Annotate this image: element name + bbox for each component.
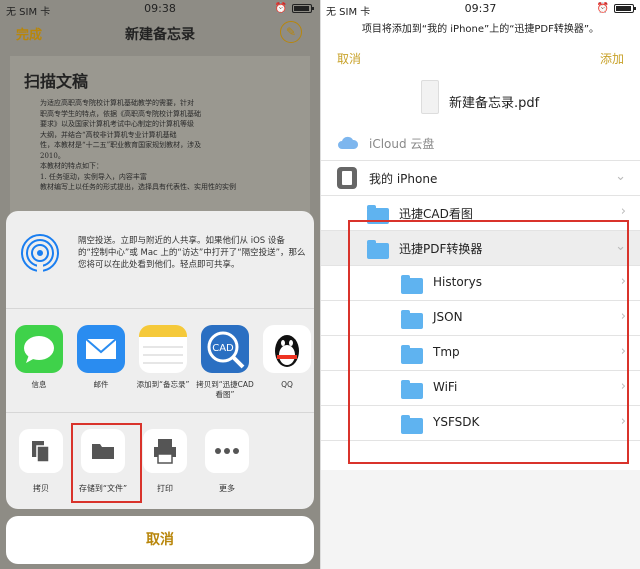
document-line: 2010。 (40, 151, 65, 160)
share-app-mail[interactable]: 邮件 (72, 325, 130, 390)
action-copy[interactable]: 拷贝 (14, 429, 68, 494)
highlight-box-subfolders (348, 220, 629, 464)
share-app-label: 拷贝到“迅捷CAD看图” (196, 380, 254, 399)
document-file-icon (421, 80, 439, 114)
share-app-qq[interactable]: QQ (258, 325, 314, 390)
highlight-box-save-to-files (71, 423, 142, 503)
share-apps-row: 信息 邮件 添加到“备忘录” CAD 拷贝到“迅捷CAD看图” QQ (6, 309, 314, 413)
share-app-label: 信息 (31, 380, 47, 389)
qq-penguin-icon (263, 325, 311, 373)
alarm-icon: ⏰ (596, 3, 609, 14)
status-bar: 无 SIM 卡 09:37 ⏰ (321, 0, 640, 18)
document-line: 本教材的特点如下： (40, 162, 103, 170)
page-title: 新建备忘录 (125, 27, 195, 43)
add-button[interactable]: 添加 (600, 50, 624, 67)
cad-logo-text: CAD (212, 343, 234, 354)
screenshot-root: 无 SIM 卡 09:38 ⏰ 完成 新建备忘录 ✎ 扫描文稿 为适应高职高专院… (0, 0, 640, 569)
action-more[interactable]: 更多 (200, 429, 254, 494)
destination-message: 项目将添加到“我的 iPhone”上的“迅捷PDF转换器”。 (361, 24, 600, 35)
messages-icon (15, 325, 63, 373)
picker-nav-bar: 取消 添加 (321, 48, 640, 72)
battery-icon (614, 4, 636, 13)
status-time: 09:37 (464, 2, 497, 15)
copy-icon (19, 429, 63, 473)
status-time: 09:38 (144, 2, 176, 15)
list-footer (321, 470, 640, 569)
cancel-button[interactable]: 取消 (337, 50, 361, 67)
printer-icon (143, 429, 187, 473)
share-app-label: 添加到“备忘录” (136, 380, 190, 389)
battery-icon (292, 4, 314, 13)
airdrop-section[interactable]: 隔空投送。立即与附近的人共享。如果他们从 iOS 设备的“控制中心”或 Mac … (6, 211, 314, 309)
alarm-icon: ⏰ (274, 3, 287, 14)
notes-icon (139, 325, 187, 373)
document-body: 为适应高职高专院校计算机基础教学的需要，针对 职高专学生的特点，依据《高职高专院… (40, 98, 300, 193)
document-line: 性，本教材是“十二五”职业教育国家规划教材，涉及 (40, 141, 202, 149)
cancel-button[interactable]: 取消 (6, 516, 314, 564)
action-label: 更多 (219, 484, 235, 493)
cad-viewer-icon: CAD (201, 325, 249, 373)
action-label: 打印 (157, 484, 173, 493)
markup-pen-icon[interactable]: ✎ (280, 21, 302, 43)
document-title: 扫描文稿 (24, 72, 89, 91)
share-sheet: 隔空投送。立即与附近的人共享。如果他们从 iOS 设备的“控制中心”或 Mac … (6, 211, 314, 509)
airdrop-icon (21, 234, 59, 273)
share-app-messages[interactable]: 信息 (10, 325, 68, 390)
share-actions-row: 拷贝 存储到“文件” 打印 更多 (6, 413, 314, 509)
action-label: 拷贝 (33, 484, 49, 493)
share-app-label: 邮件 (93, 380, 109, 389)
notes-nav-bar: 完成 新建备忘录 ✎ (0, 18, 320, 48)
share-app-notes[interactable]: 添加到“备忘录” (134, 325, 192, 390)
document-line: 为适应高职高专院校计算机基础教学的需要，针对 (40, 99, 194, 107)
mail-icon (77, 325, 125, 373)
document-line: 要求》以及国家计算机考试中心制定的计算机等级 (40, 120, 194, 128)
file-name: 新建备忘录.pdf (449, 96, 540, 111)
document-line: 职高专学生的特点，依据《高职高专院校计算机基础 (40, 109, 201, 118)
share-app-label: QQ (281, 380, 293, 389)
document-line: 1. 任务驱动，实例导入，内容丰富 (40, 172, 147, 181)
location-my-iphone[interactable]: 我的 iPhone ⌄ (321, 161, 640, 196)
chevron-right-icon: › (620, 204, 626, 219)
iphone-icon (337, 167, 357, 189)
location-label: 我的 iPhone (369, 172, 438, 186)
location-label: iCloud 云盘 (369, 137, 435, 151)
location-icloud-drive[interactable]: iCloud 云盘 (321, 126, 640, 161)
chevron-down-icon: ⌄ (615, 169, 626, 184)
document-line: 大纲，并结合“高校非计算机专业计算机基础 (40, 130, 177, 139)
share-app-cad-viewer[interactable]: CAD 拷贝到“迅捷CAD看图” (196, 325, 254, 400)
cloud-icon (338, 136, 359, 149)
status-bar: 无 SIM 卡 09:38 ⏰ (0, 0, 320, 18)
file-preview: 新建备忘录.pdf (321, 78, 640, 124)
share-sheet-screen: 无 SIM 卡 09:38 ⏰ 完成 新建备忘录 ✎ 扫描文稿 为适应高职高专院… (0, 0, 320, 569)
more-icon (205, 429, 249, 473)
document-line: 教材编写上以任务的形式提出，选择具有代表性、实用性的实例 (40, 183, 236, 191)
airdrop-text: 隔空投送。立即与附近的人共享。如果他们从 iOS 设备的“控制中心”或 Mac … (78, 236, 306, 270)
action-print[interactable]: 打印 (138, 429, 192, 494)
